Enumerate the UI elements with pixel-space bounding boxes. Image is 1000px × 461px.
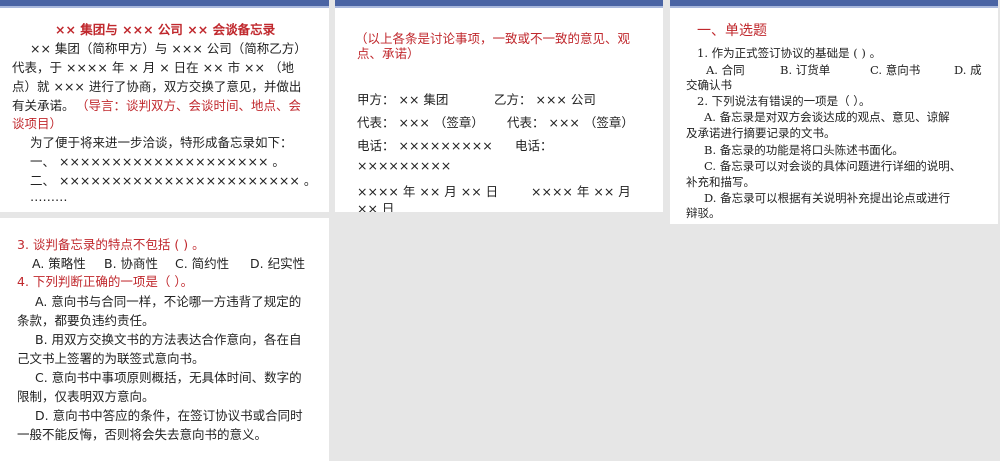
text-line: 一、 ×××××××××××××××××××× 。 <box>30 154 285 169</box>
phone-b: 电话： <box>515 138 553 153</box>
text-line: A. 备忘录是对双方会谈达成的观点、意见、谅解 <box>704 110 950 124</box>
text-line: D. 意向书中答应的条件，在签订协议书或合同时 <box>35 408 303 423</box>
note-text: 点、承诺） <box>357 46 420 61</box>
text-line: 一般不能反悔，否则将会失去意向书的意义。 <box>17 427 268 442</box>
text-line: 二、 ××××××××××××××××××××××× 。 <box>30 173 317 188</box>
text-line: ××××××××× <box>357 158 452 173</box>
note-text: （导言：谈判双方、会谈时间、地点、会 <box>76 98 302 113</box>
text-line: 点）就 ××× 进行了协商，双方交换了意见，并做出 <box>12 79 302 94</box>
rep-a: 代表： ××× （签章） <box>357 115 484 130</box>
option: B. 协商性 <box>104 256 159 271</box>
rep-b: 代表： ××× （签章） <box>507 115 634 130</box>
option: D. 纪实性 <box>250 256 306 271</box>
question-3: 3. 谈判备忘录的特点不包括 ( ) 。 <box>17 237 205 252</box>
text-line: 补充和描写。 <box>686 175 755 189</box>
party-a: 甲方： ×× 集团 <box>357 92 449 107</box>
text-line: 辩驳。 <box>686 206 721 220</box>
party-b: 乙方： ××× 公司 <box>494 92 596 107</box>
slide-thumbnail-1[interactable]: ×× 集团与 ××× 公司 ×× 会谈备忘录 ×× 集团（简称甲方）与 ××× … <box>0 0 329 212</box>
slide-thumbnail-4[interactable]: 3. 谈判备忘录的特点不包括 ( ) 。 A. 策略性 B. 协商性 C. 简约… <box>0 218 329 461</box>
date-b: ×××× 年 ×× 月 <box>531 184 631 199</box>
text-line: ×× 日 <box>357 201 395 212</box>
option: A. 合同 <box>706 63 745 77</box>
option: D. 成 <box>954 63 982 77</box>
text-line: D. 备忘录可以根据有关说明补充提出论点或进行 <box>704 191 951 205</box>
slide-thumbnail-2[interactable]: （以上各条是讨论事项，一致或不一致的意见、观 点、承诺） 甲方： ×× 集团 乙… <box>335 0 663 212</box>
slide-header-bar <box>335 0 663 8</box>
note-text: 谈项目） <box>12 116 63 131</box>
text-line: 有关承诺。 <box>12 98 75 113</box>
text-line: 限制，仅表明双方意向。 <box>17 389 155 404</box>
text-line: 己文书上签署的为联签式意向书。 <box>17 351 205 366</box>
option: C. 简约性 <box>175 256 230 271</box>
slide-thumbnail-3[interactable]: 一、单选题 1. 作为正式签订协议的基础是 ( ) 。 A. 合同 B. 订货单… <box>670 0 998 224</box>
text-line: C. 备忘录可以对会谈的具体问题进行详细的说明、 <box>704 159 962 173</box>
slide-title: ×× 集团与 ××× 公司 ×× 会谈备忘录 <box>55 22 276 37</box>
text-line: A. 意向书与合同一样，不论哪一方违背了规定的 <box>35 294 302 309</box>
text-line: 及承诺进行摘要记录的文书。 <box>686 126 836 140</box>
text-line: B. 备忘录的功能是将口头陈述书面化。 <box>704 143 904 157</box>
slide-header-bar <box>0 0 329 8</box>
option: A. 策略性 <box>32 256 86 271</box>
text-line: B. 用双方交换文书的方法表达合作意向，各在自 <box>35 332 302 347</box>
phone-a: 电话： ××××××××× <box>357 138 493 153</box>
question-1: 1. 作为正式签订协议的基础是 ( ) 。 <box>697 46 882 60</box>
text-line: ×× 集团（简称甲方）与 ××× 公司（简称乙方） <box>30 41 307 56</box>
text-line: ……… <box>30 189 68 204</box>
text-line: 为了便于将来进一步洽谈，特形成备忘录如下： <box>30 135 293 150</box>
text-line: 条款，都要负违约责任。 <box>17 313 155 328</box>
option: B. 订货单 <box>780 63 831 77</box>
text-line: C. 意向书中事项原则概括，无具体时间、数字的 <box>35 370 302 385</box>
option: C. 意向书 <box>870 63 921 77</box>
text-line: 代表，于 ×××× 年 × 月 × 日在 ×× 市 ×× （地 <box>12 60 294 75</box>
question-4: 4. 下列判断正确的一项是（ ）。 <box>17 274 194 289</box>
slide-header-bar <box>670 0 998 8</box>
question-2: 2. 下列说法有错误的一项是（ ）。 <box>697 94 871 108</box>
section-heading: 一、单选题 <box>697 23 767 39</box>
text-line: 交确认书 <box>686 78 732 92</box>
